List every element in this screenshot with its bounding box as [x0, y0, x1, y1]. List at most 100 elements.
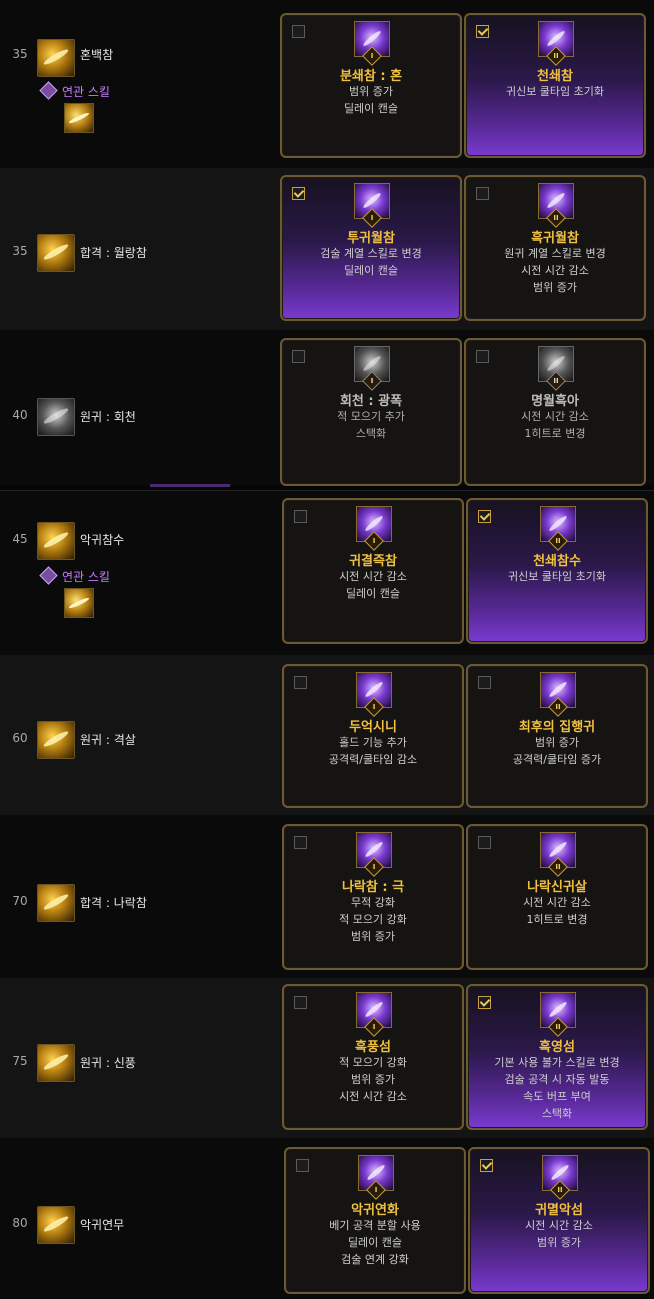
- talent-checkbox-checked[interactable]: [292, 187, 305, 200]
- related-skill-label: 연관 스킬: [39, 566, 110, 585]
- talent-checkbox[interactable]: [476, 350, 489, 363]
- talent-card-selected[interactable]: I 투귀월참 검술 계열 스킬로 변경 딜레이 캔슬: [280, 175, 462, 321]
- talent-checkbox-checked[interactable]: [480, 1159, 493, 1172]
- gray-whirl-icon: [37, 398, 75, 436]
- panel-separator: [150, 484, 230, 487]
- talent-checkbox[interactable]: [476, 187, 489, 200]
- talent-card[interactable]: II 나락신귀살 시전 시간 감소 1히트로 변경: [466, 824, 648, 970]
- talent-checkbox[interactable]: [294, 676, 307, 689]
- skill-level: 45: [12, 532, 28, 546]
- skill-level: 35: [12, 244, 28, 258]
- related-diamond-icon: [39, 566, 58, 585]
- talent-name: 두억시니: [349, 720, 397, 735]
- skill-row: 75 원귀 : 신풍 I 흑풍섬 적 모으기 강화 범위 증가 시전 시간 감소 I…: [0, 978, 654, 1138]
- skill-level: 40: [12, 408, 28, 422]
- talent-desc: 귀신보 쿨타임 초기화: [507, 570, 607, 583]
- talent-desc: 원귀 계열 스킬로 변경 시전 시간 감소 범위 증가: [504, 247, 606, 294]
- related-skill-icon[interactable]: [64, 588, 94, 618]
- skill-level: 60: [12, 731, 28, 745]
- talent-desc: 무적 강화 적 모으기 강화 범위 증가: [339, 896, 407, 943]
- talent-card[interactable]: II 흑귀월참 원귀 계열 스킬로 변경 시전 시간 감소 범위 증가: [464, 175, 646, 321]
- talent-checkbox[interactable]: [294, 510, 307, 523]
- talent-card[interactable]: I 회천 : 광폭 적 모으기 추가 스택화: [280, 338, 462, 486]
- talent-desc: 적 모으기 추가 스택화: [337, 410, 405, 440]
- skill-name: 합격 : 나락참: [80, 896, 147, 910]
- talent-name: 투귀월참: [347, 231, 395, 246]
- talent-checkbox[interactable]: [294, 996, 307, 1009]
- talent-desc: 시전 시간 감소 1히트로 변경: [523, 896, 591, 926]
- talent-checkbox[interactable]: [292, 350, 305, 363]
- talent-name: 회천 : 광폭: [339, 394, 403, 409]
- skill-name: 악귀참수: [80, 533, 125, 547]
- golden-slash-icon: [37, 39, 75, 77]
- talent-name: 최후의 집행귀: [518, 720, 596, 735]
- talent-name: 나락신귀살: [527, 880, 587, 895]
- golden-beheading-icon: [37, 522, 75, 560]
- talent-name: 귀결즉참: [349, 554, 397, 569]
- talent-desc: 기본 사용 불가 스킬로 변경 검술 공격 시 자동 발동 속도 버프 부여 스택화: [494, 1056, 620, 1120]
- talent-card[interactable]: I 두억시니 홀드 기능 추가 공격력/쿨타임 감소: [282, 664, 464, 808]
- talent-checkbox[interactable]: [478, 836, 491, 849]
- talent-card[interactable]: I 흑풍섬 적 모으기 강화 범위 증가 시전 시간 감소: [282, 984, 464, 1130]
- talent-desc: 시전 시간 감소 범위 증가: [525, 1219, 593, 1249]
- skill-name: 합격 : 월랑참: [80, 246, 147, 260]
- skill-level: 75: [12, 1054, 28, 1068]
- talent-name: 흑귀월참: [531, 231, 579, 246]
- talent-desc: 범위 증가 공격력/쿨타임 증가: [512, 736, 602, 766]
- skill-level: 70: [12, 894, 28, 908]
- talent-name: 천쇄참수: [533, 554, 581, 569]
- related-diamond-icon: [39, 81, 58, 100]
- related-skill-label: 연관 스킬: [39, 81, 110, 100]
- talent-desc: 적 모으기 강화 범위 증가 시전 시간 감소: [339, 1056, 407, 1103]
- talent-checkbox-checked[interactable]: [478, 510, 491, 523]
- skill-row: 35 혼백참 연관 스킬 I 분쇄참 : 혼 범위 증가 딜레이 캔슬 II 천쇄…: [0, 5, 654, 165]
- talent-card-selected[interactable]: II 흑영섬 기본 사용 불가 스킬로 변경 검술 공격 시 자동 발동 속도 버프…: [466, 984, 648, 1130]
- talent-checkbox-checked[interactable]: [478, 996, 491, 1009]
- skill-level: 80: [12, 1216, 28, 1230]
- talent-card[interactable]: I 분쇄참 : 혼 범위 증가 딜레이 캔슬: [280, 13, 462, 158]
- skill-level: 35: [12, 47, 28, 61]
- skill-name: 원귀 : 회천: [80, 410, 136, 424]
- golden-wind-icon: [37, 1044, 75, 1082]
- skill-row: 40 원귀 : 회천 I 회천 : 광폭 적 모으기 추가 스택화 II 명월흑아…: [0, 332, 654, 486]
- golden-moon-slash-icon: [37, 234, 75, 272]
- talent-card[interactable]: I 귀결즉참 시전 시간 감소 딜레이 캔슬: [282, 498, 464, 644]
- talent-card[interactable]: I 나락참 : 극 무적 강화 적 모으기 강화 범위 증가: [282, 824, 464, 970]
- talent-card[interactable]: II 명월흑아 시전 시간 감소 1히트로 변경: [464, 338, 646, 486]
- golden-dance-icon: [37, 1206, 75, 1244]
- talent-card-selected[interactable]: II 천쇄참수 귀신보 쿨타임 초기화: [466, 498, 648, 644]
- talent-name: 흑영섬: [539, 1040, 575, 1055]
- talent-checkbox[interactable]: [478, 676, 491, 689]
- talent-card-selected[interactable]: II 귀멸악섬 시전 시간 감소 범위 증가: [468, 1147, 650, 1294]
- skill-name: 원귀 : 신풍: [80, 1056, 136, 1070]
- talent-checkbox[interactable]: [294, 836, 307, 849]
- talent-name: 분쇄참 : 혼: [339, 69, 403, 84]
- golden-abyss-slash-icon: [37, 884, 75, 922]
- talent-name: 악귀연화: [351, 1203, 399, 1218]
- skill-row: 70 합격 : 나락참 I 나락참 : 극 무적 강화 적 모으기 강화 범위 증가…: [0, 818, 654, 976]
- talent-name: 나락참 : 극: [341, 880, 405, 895]
- skill-row: 45 악귀참수 연관 스킬 I 귀결즉참 시전 시간 감소 딜레이 캔슬 II 천…: [0, 492, 654, 652]
- skill-name: 악귀연무: [80, 1218, 125, 1232]
- talent-desc: 시전 시간 감소 딜레이 캔슬: [339, 570, 407, 600]
- skill-row: 60 원귀 : 격살 I 두억시니 홀드 기능 추가 공격력/쿨타임 감소 II …: [0, 655, 654, 815]
- talent-desc: 귀신보 쿨타임 초기화: [505, 85, 605, 98]
- talent-card-selected[interactable]: II 천쇄참 귀신보 쿨타임 초기화: [464, 13, 646, 158]
- talent-desc: 검술 계열 스킬로 변경 딜레이 캔슬: [320, 247, 422, 277]
- talent-checkbox[interactable]: [296, 1159, 309, 1172]
- talent-desc: 홀드 기능 추가 공격력/쿨타임 감소: [328, 736, 418, 766]
- skill-row: 35 합격 : 월랑참 I 투귀월참 검술 계열 스킬로 변경 딜레이 캔슬 II…: [0, 168, 654, 330]
- talent-card[interactable]: I 악귀연화 베기 공격 분할 사용 딜레이 캔슬 검술 연계 강화: [284, 1147, 466, 1294]
- skill-row: 80 악귀연무 I 악귀연화 베기 공격 분할 사용 딜레이 캔슬 검술 연계 강화…: [0, 1140, 654, 1298]
- skill-name: 원귀 : 격살: [80, 733, 136, 747]
- talent-name: 귀멸악섬: [535, 1203, 583, 1218]
- related-skill-icon[interactable]: [64, 103, 94, 133]
- talent-checkbox[interactable]: [292, 25, 305, 38]
- talent-card[interactable]: II 최후의 집행귀 범위 증가 공격력/쿨타임 증가: [466, 664, 648, 808]
- talent-name: 천쇄참: [537, 69, 573, 84]
- talent-checkbox-checked[interactable]: [476, 25, 489, 38]
- talent-desc: 베기 공격 분할 사용 딜레이 캔슬 검술 연계 강화: [329, 1219, 421, 1266]
- talent-desc: 범위 증가 딜레이 캔슬: [343, 85, 399, 115]
- golden-pillar-icon: [37, 721, 75, 759]
- talent-name: 명월흑아: [531, 394, 579, 409]
